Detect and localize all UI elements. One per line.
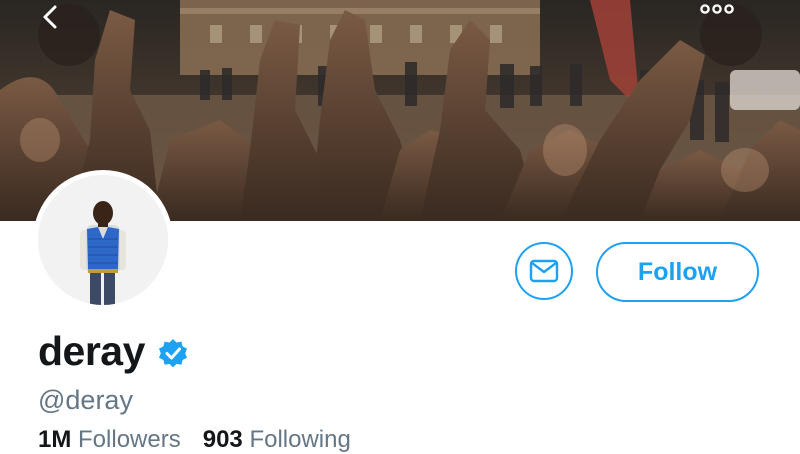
display-name: deray — [38, 328, 145, 374]
followers-stat[interactable]: 1M Followers — [38, 426, 181, 453]
more-horizontal-icon — [700, 4, 734, 14]
follow-button-label: Follow — [637, 257, 718, 286]
avatar-photo — [38, 175, 168, 305]
followers-count: 1M — [38, 426, 72, 453]
following-count: 903 — [202, 426, 243, 453]
follow-button[interactable]: Follow — [596, 242, 759, 302]
more-options-button[interactable] — [700, 4, 762, 66]
verified-badge-icon — [158, 338, 187, 367]
message-button[interactable] — [515, 242, 573, 300]
person-photo-icon — [38, 175, 168, 305]
mail-icon — [529, 259, 559, 283]
back-button[interactable] — [38, 4, 100, 66]
following-stat[interactable]: 903 Following — [203, 426, 351, 453]
following-label: Following — [249, 426, 351, 453]
profile-handle: @deray — [38, 385, 133, 415]
chevron-left-icon — [43, 5, 57, 29]
avatar[interactable] — [33, 170, 173, 310]
profile-name-row: deray — [38, 328, 189, 375]
followers-label: Followers — [78, 426, 181, 453]
